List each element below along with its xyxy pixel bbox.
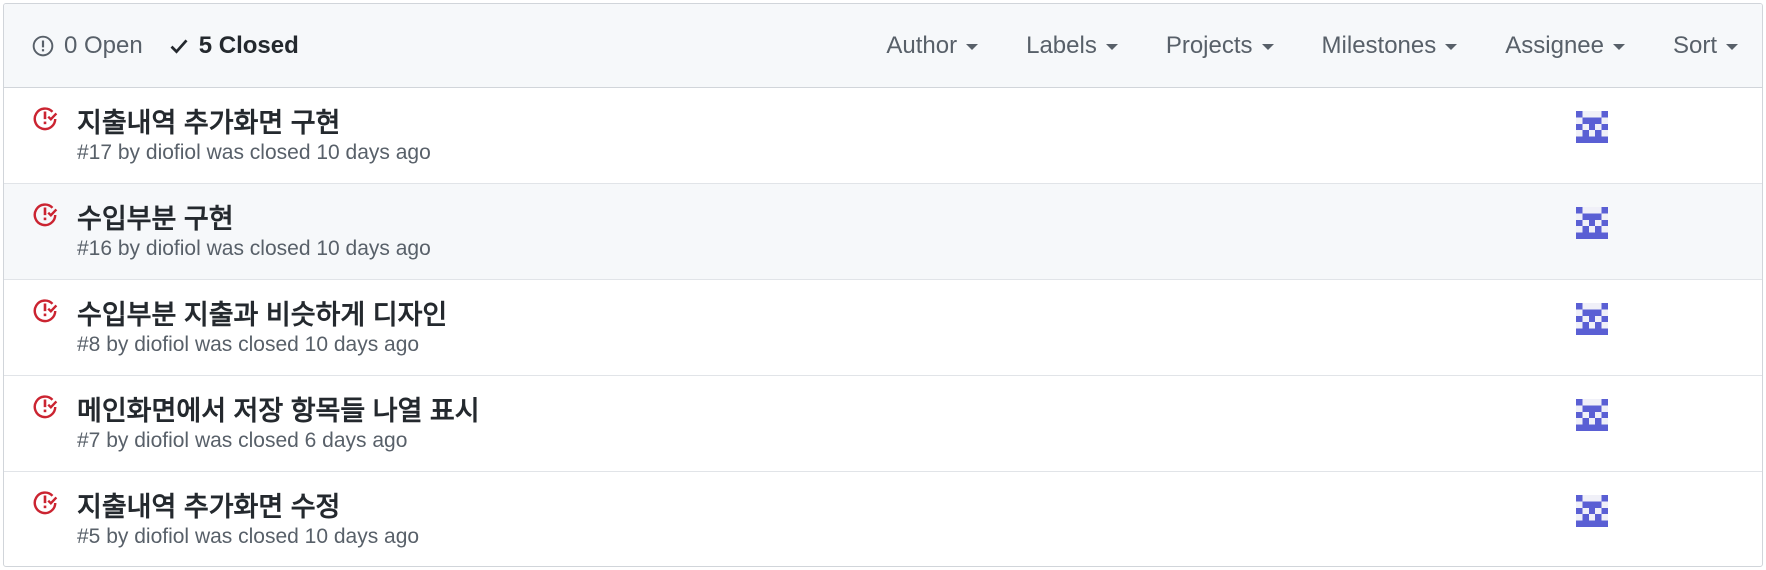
- author-filter-label: Author: [886, 32, 958, 59]
- issue-number[interactable]: #17: [77, 141, 112, 164]
- sort-filter-label: Sort: [1672, 32, 1717, 59]
- open-issues-link[interactable]: 0 Open: [32, 32, 143, 60]
- issue-title-link[interactable]: 메인화면에서 저장 항목들 나열 표시: [77, 389, 480, 428]
- issue-meta: #7 by diofiol was closed 6 days ago: [77, 429, 408, 452]
- check-icon: [170, 38, 188, 54]
- assignee-avatar[interactable]: [1576, 207, 1608, 239]
- issue-status: was closed 6 days ago: [194, 429, 408, 452]
- issue-row[interactable]: 수입부분 지출과 비슷하게 디자인 #8 by diofiol was clos…: [4, 280, 1762, 376]
- assignee-avatar[interactable]: [1576, 111, 1608, 143]
- issue-status: was closed 10 days ago: [194, 333, 420, 356]
- projects-filter-label: Projects: [1165, 32, 1253, 59]
- issue-state-toggle: 0 Open 5 Closed: [32, 32, 325, 60]
- issue-status: was closed 10 days ago: [206, 141, 431, 164]
- issue-number[interactable]: #8: [77, 333, 100, 356]
- issue-meta: #17 by diofiol was closed 10 days ago: [77, 141, 431, 164]
- issue-closed-icon: [33, 203, 58, 227]
- sort-filter[interactable]: Sort: [1673, 32, 1738, 60]
- issue-number[interactable]: #16: [77, 237, 112, 260]
- issue-title-link[interactable]: 지출내역 추가화면 수정: [77, 485, 340, 524]
- issue-status: was closed 10 days ago: [194, 525, 420, 548]
- issue-author-link[interactable]: diofiol: [134, 525, 189, 548]
- issue-number[interactable]: #7: [77, 429, 100, 452]
- projects-filter[interactable]: Projects: [1166, 32, 1274, 60]
- filter-bar: Author Labels Projects Milestones Assign…: [886, 4, 1762, 88]
- issue-row[interactable]: 수입부분 구현 #16 by diofiol was closed 10 day…: [4, 184, 1762, 280]
- issue-meta: #8 by diofiol was closed 10 days ago: [77, 333, 420, 356]
- open-count-label: 0 Open: [64, 31, 143, 59]
- issue-author-link[interactable]: diofiol: [134, 333, 189, 356]
- caret-down-icon: [966, 44, 979, 50]
- issue-title-link[interactable]: 수입부분 구현: [77, 197, 234, 236]
- author-filter[interactable]: Author: [886, 32, 979, 60]
- milestones-filter-label: Milestones: [1321, 32, 1437, 59]
- caret-down-icon: [1105, 44, 1118, 50]
- issue-closed-icon: [33, 107, 58, 131]
- issue-title-link[interactable]: 수입부분 지출과 비슷하게 디자인: [77, 293, 447, 332]
- issue-meta: #5 by diofiol was closed 10 days ago: [77, 525, 420, 548]
- issue-number[interactable]: #5: [77, 525, 100, 548]
- issues-list-header: 0 Open 5 Closed Author Labels Projects M…: [4, 4, 1762, 88]
- assignee-filter-label: Assignee: [1505, 32, 1604, 59]
- issue-row[interactable]: 지출내역 추가화면 수정 #5 by diofiol was closed 10…: [4, 472, 1762, 566]
- issues-list-box: 0 Open 5 Closed Author Labels Projects M…: [3, 3, 1763, 567]
- caret-down-icon: [1261, 44, 1274, 50]
- issue-title-link[interactable]: 지출내역 추가화면 구현: [77, 101, 340, 140]
- milestones-filter[interactable]: Milestones: [1322, 32, 1458, 60]
- labels-filter-label: Labels: [1026, 32, 1097, 59]
- caret-down-icon: [1445, 44, 1458, 50]
- issue-closed-icon: [33, 491, 58, 515]
- assignee-filter[interactable]: Assignee: [1505, 32, 1625, 60]
- closed-issues-link[interactable]: 5 Closed: [169, 32, 299, 60]
- issue-author-link[interactable]: diofiol: [134, 429, 189, 452]
- issue-row[interactable]: 지출내역 추가화면 구현 #17 by diofiol was closed 1…: [4, 88, 1762, 184]
- issue-closed-icon: [33, 299, 58, 323]
- caret-down-icon: [1726, 44, 1738, 50]
- issue-author-link[interactable]: diofiol: [146, 141, 201, 164]
- issue-status: was closed 10 days ago: [206, 237, 431, 260]
- issue-opened-icon: [32, 35, 54, 56]
- closed-count-label: 5 Closed: [198, 31, 299, 59]
- caret-down-icon: [1612, 44, 1625, 50]
- issue-author-link[interactable]: diofiol: [146, 237, 201, 260]
- assignee-avatar[interactable]: [1576, 399, 1608, 431]
- assignee-avatar[interactable]: [1576, 303, 1608, 335]
- issue-row[interactable]: 메인화면에서 저장 항목들 나열 표시 #7 by diofiol was cl…: [4, 376, 1762, 472]
- issue-closed-icon: [33, 395, 58, 419]
- assignee-avatar[interactable]: [1576, 495, 1608, 527]
- labels-filter[interactable]: Labels: [1026, 32, 1118, 60]
- issue-meta: #16 by diofiol was closed 10 days ago: [77, 237, 431, 260]
